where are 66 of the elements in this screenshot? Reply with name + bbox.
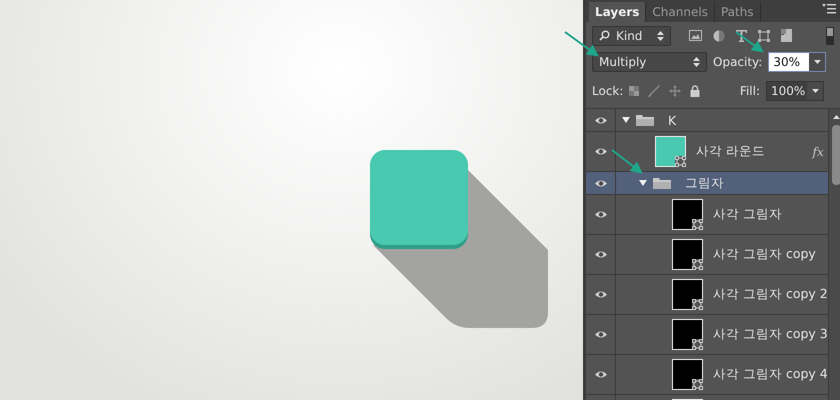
caret-icon [812,89,818,93]
layer-row[interactable]: 그림자 [586,172,828,195]
folder-icon [636,114,654,126]
eye-icon[interactable] [594,116,608,124]
filter-value: Kind [616,28,644,42]
scroll-up-icon[interactable] [832,115,840,119]
shape-filter-icon[interactable] [758,30,770,42]
layer-name: 사각 라운드 [696,143,765,160]
image-filter-icon[interactable] [689,30,702,41]
eye-icon[interactable] [594,210,608,219]
fill-field[interactable]: 100% [766,81,824,101]
layer-name: 사각 그림자 copy 4 [713,366,828,383]
scrollbar[interactable] [828,109,840,400]
vector-mask-icon [692,219,703,230]
eye-icon[interactable] [594,147,608,156]
scroll-thumb[interactable] [832,125,840,185]
expanded-triangle-icon[interactable] [622,116,630,124]
fill-label: Fill: [740,84,760,98]
layer-row[interactable]: 사각 그림자 [586,195,828,235]
transparency-lock-icon[interactable] [629,86,640,96]
vector-mask-icon [692,299,703,310]
panel-tab[interactable]: Layers [589,2,646,22]
opacity-label: Opacity: [713,55,762,69]
annotation-arrow [564,31,599,57]
layer-row[interactable]: 사각 그림자 copy 4 [586,355,828,395]
effects-indicator[interactable]: fx [812,144,824,158]
updown-icon [657,30,664,40]
filter-dropdown[interactable]: Kind [592,26,671,46]
folder-icon [653,177,671,189]
vector-mask-icon [675,156,686,167]
layer-row[interactable]: 사각 그림자 copy 2 [586,275,828,315]
menu-icon[interactable] [822,4,836,14]
vector-mask-icon [692,379,703,390]
updown-icon [693,57,700,67]
layer-name: 사각 그림자 copy 3 [713,326,828,343]
eye-icon[interactable] [594,370,608,379]
layer-name: 사각 그림자 copy 2 [713,286,828,303]
filter-toggle[interactable] [826,26,834,44]
panel-tab[interactable]: Paths [714,2,761,22]
eye-icon[interactable] [594,330,608,339]
opacity-field[interactable]: 30% [768,52,826,72]
type-filter-icon[interactable] [736,30,747,42]
blend-mode-dropdown[interactable]: Multiply [592,52,707,72]
lock-icon[interactable] [690,85,700,97]
caret-icon [814,60,821,64]
expanded-triangle-icon[interactable] [639,179,647,187]
layer-name: 사각 그림자 copy [713,246,816,263]
lock-label: Lock: [592,84,624,98]
search-icon [599,30,610,41]
layer-row[interactable]: 사각 그림자 copy [586,235,828,275]
blend-mode-value: Multiply [599,55,648,69]
annotation-arrow [611,149,643,174]
circle-filter-icon[interactable] [713,30,725,42]
eye-icon[interactable] [594,178,608,188]
eye-icon[interactable] [594,290,608,299]
document-filter-icon[interactable] [781,29,792,42]
vector-mask-icon [692,259,703,270]
eye-icon[interactable] [594,250,608,259]
panel-tab[interactable]: Channels [646,2,715,22]
layer-name: 그림자 [685,174,724,192]
layer-row[interactable]: K [586,109,828,132]
layer-name: 사각 그림자 [713,206,782,223]
layer-name: K [668,112,676,128]
vector-mask-icon [692,339,703,350]
annotation-arrow [735,31,764,53]
layer-row[interactable]: 사각 그림자 copy 3 [586,315,828,355]
